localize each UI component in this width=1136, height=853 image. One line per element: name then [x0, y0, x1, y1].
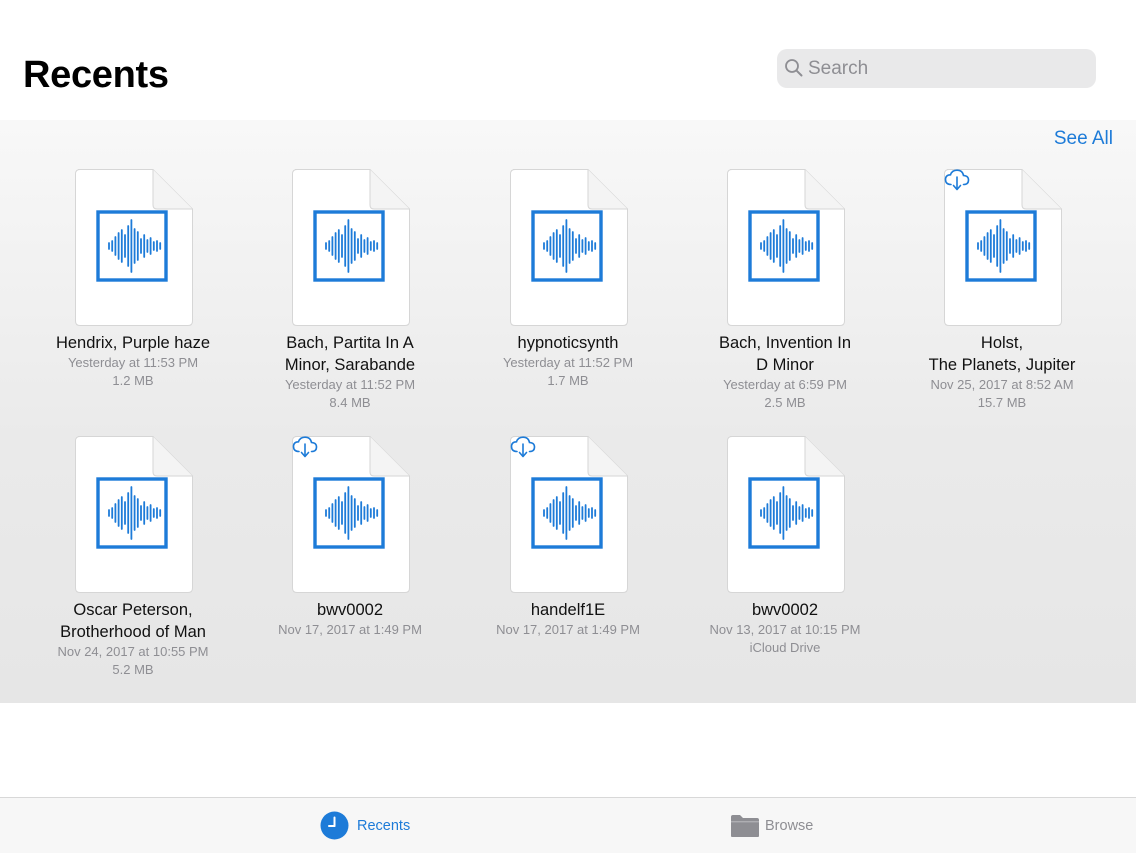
tab-recents[interactable]: Recents [320, 798, 430, 853]
file-date: Yesterday at 11:52 PM [502, 355, 634, 370]
file-detail: 2.5 MB [764, 395, 806, 410]
file-item[interactable]: bwv0002 Nov 13, 2017 at 10:15 PM iCloud … [685, 436, 885, 686]
file-item[interactable]: handelf1E Nov 17, 2017 at 1:49 PM [468, 436, 668, 686]
search-icon [785, 59, 803, 77]
cloud-download-icon[interactable] [944, 169, 970, 191]
file-thumbnail[interactable] [727, 169, 845, 326]
recents-section: See All Hendrix, Purple haze Yesterday a… [0, 120, 1136, 703]
file-name: hypnoticsynth [517, 334, 619, 352]
cloud-download-icon[interactable] [510, 436, 536, 458]
tab-bar: Recents Browse [0, 797, 1136, 853]
cloud-download-icon[interactable] [292, 436, 318, 458]
search-bar[interactable] [777, 49, 1096, 88]
file-detail: iCloud Drive [749, 640, 821, 655]
clock-icon [320, 811, 349, 840]
audio-document-icon [944, 169, 1062, 326]
file-date: Nov 25, 2017 at 8:52 AM [930, 377, 1074, 392]
file-thumbnail[interactable] [75, 436, 193, 593]
tab-browse-label: Browse [765, 818, 814, 834]
file-date: Nov 24, 2017 at 10:55 PM [57, 644, 209, 659]
tab-browse[interactable]: Browse [730, 798, 830, 853]
file-date: Yesterday at 6:59 PM [723, 377, 847, 392]
file-name: bwv0002 [751, 601, 819, 619]
file-item[interactable]: Bach, Invention In D Minor Yesterday at 6… [685, 169, 885, 419]
file-date: Nov 17, 2017 at 1:49 PM [496, 622, 640, 637]
file-item[interactable]: bwv0002 Nov 17, 2017 at 1:49 PM [250, 436, 450, 686]
file-date: Nov 17, 2017 at 1:49 PM [278, 622, 422, 637]
file-grid: Hendrix, Purple haze Yesterday at 11:53 … [0, 120, 1136, 703]
file-name: bwv0002 [316, 601, 384, 619]
tab-recents-label: Recents [357, 818, 411, 834]
folder-icon [731, 815, 759, 837]
file-name: Bach, Partita In A Minor, Sarabande [284, 334, 416, 374]
page-title: Recents [23, 54, 169, 96]
file-item[interactable]: Oscar Peterson, Brotherhood of Man Nov 24… [33, 436, 233, 686]
file-date: Yesterday at 11:52 PM [284, 377, 416, 392]
file-name: handelf1E [530, 601, 606, 619]
file-thumbnail[interactable] [727, 436, 845, 593]
file-date: Yesterday at 11:53 PM [67, 355, 199, 370]
file-name: Bach, Invention In D Minor [718, 334, 852, 374]
file-thumbnail[interactable] [75, 169, 193, 326]
file-thumbnail[interactable] [292, 436, 410, 593]
audio-document-icon [727, 436, 845, 593]
file-thumbnail[interactable] [292, 169, 410, 326]
audio-document-icon [292, 436, 410, 593]
file-item[interactable]: hypnoticsynth Yesterday at 11:52 PM 1.7 … [468, 169, 668, 419]
audio-document-icon [75, 169, 193, 326]
search-input[interactable] [808, 49, 1088, 88]
file-item[interactable]: Holst, The Planets, Jupiter Nov 25, 2017 … [902, 169, 1102, 419]
file-detail: 15.7 MB [977, 395, 1027, 410]
file-name: Oscar Peterson, Brotherhood of Man [60, 601, 206, 641]
audio-document-icon [75, 436, 193, 593]
file-detail: 1.2 MB [112, 373, 154, 388]
file-item[interactable]: Hendrix, Purple haze Yesterday at 11:53 … [33, 169, 233, 419]
file-thumbnail[interactable] [510, 169, 628, 326]
audio-document-icon [510, 436, 628, 593]
file-name: Holst, The Planets, Jupiter [928, 334, 1076, 374]
file-detail: 1.7 MB [547, 373, 589, 388]
file-date: Nov 13, 2017 at 10:15 PM [709, 622, 861, 637]
audio-document-icon [292, 169, 410, 326]
file-detail: 5.2 MB [112, 662, 154, 677]
file-item[interactable]: Bach, Partita In A Minor, Sarabande Yeste… [250, 169, 450, 419]
file-thumbnail[interactable] [510, 436, 628, 593]
audio-document-icon [510, 169, 628, 326]
file-name: Hendrix, Purple haze [55, 334, 211, 352]
audio-document-icon [727, 169, 845, 326]
file-thumbnail[interactable] [944, 169, 1062, 326]
file-detail: 8.4 MB [329, 395, 371, 410]
header: Recents [0, 0, 1136, 120]
